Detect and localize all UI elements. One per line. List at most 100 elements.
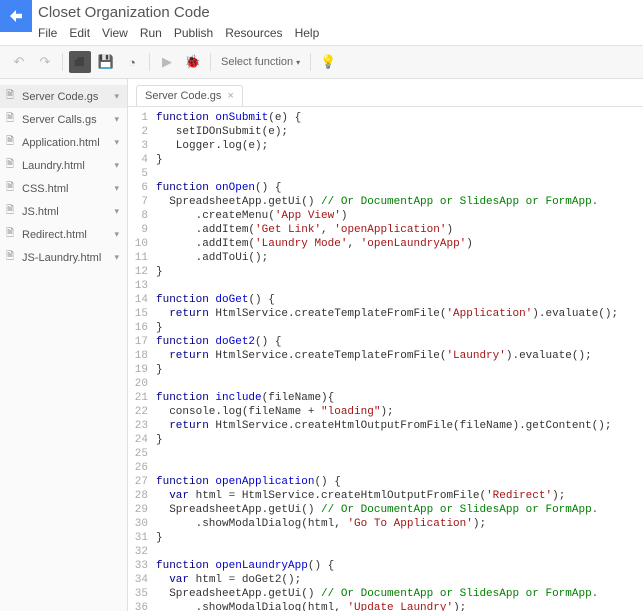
app-logo[interactable] bbox=[0, 0, 32, 32]
code-line[interactable] bbox=[156, 461, 643, 475]
code-line[interactable]: function openLaundryApp() { bbox=[156, 559, 643, 573]
line-number: 29 bbox=[128, 503, 156, 517]
file-menu-icon[interactable]: ▾ bbox=[112, 183, 121, 194]
file-menu-icon[interactable]: ▾ bbox=[112, 137, 121, 148]
file-item[interactable]: 🗎Application.html▾ bbox=[0, 131, 127, 154]
undo-button[interactable]: ↶ bbox=[8, 51, 30, 73]
file-menu-icon[interactable]: ▾ bbox=[112, 206, 121, 217]
editor-tab[interactable]: Server Code.gs × bbox=[136, 85, 243, 106]
line-number: 12 bbox=[128, 265, 156, 279]
code-line[interactable]: Logger.log(e); bbox=[156, 139, 643, 153]
line-number: 4 bbox=[128, 153, 156, 167]
code-line[interactable]: } bbox=[156, 531, 643, 545]
code-line[interactable] bbox=[156, 167, 643, 181]
close-icon[interactable]: × bbox=[227, 90, 233, 102]
file-item[interactable]: 🗎CSS.html▾ bbox=[0, 177, 127, 200]
line-number: 15 bbox=[128, 307, 156, 321]
file-item[interactable]: 🗎Server Calls.gs▾ bbox=[0, 108, 127, 131]
code-line[interactable]: function doGet() { bbox=[156, 293, 643, 307]
code-line[interactable]: .showModalDialog(html, 'Go To Applicatio… bbox=[156, 517, 643, 531]
file-icon: 🗎 bbox=[6, 134, 18, 151]
code-line[interactable]: .createMenu('App View') bbox=[156, 209, 643, 223]
file-menu-icon[interactable]: ▾ bbox=[112, 114, 121, 125]
menu-view[interactable]: View bbox=[102, 26, 128, 40]
line-number: 24 bbox=[128, 433, 156, 447]
code-line[interactable]: return HtmlService.createHtmlOutputFromF… bbox=[156, 419, 643, 433]
code-line[interactable]: return HtmlService.createTemplateFromFil… bbox=[156, 307, 643, 321]
line-number: 28 bbox=[128, 489, 156, 503]
file-menu-icon[interactable]: ▾ bbox=[112, 229, 121, 240]
run-button[interactable]: ▶ bbox=[156, 51, 178, 73]
line-number: 10 bbox=[128, 237, 156, 251]
code-line[interactable]: function openApplication() { bbox=[156, 475, 643, 489]
menu-help[interactable]: Help bbox=[295, 26, 320, 40]
line-number: 33 bbox=[128, 559, 156, 573]
line-number: 20 bbox=[128, 377, 156, 391]
code-line[interactable]: return HtmlService.createTemplateFromFil… bbox=[156, 349, 643, 363]
file-item[interactable]: 🗎Laundry.html▾ bbox=[0, 154, 127, 177]
redo-button[interactable]: ↷ bbox=[34, 51, 56, 73]
lightbulb-button[interactable]: 💡 bbox=[317, 51, 339, 73]
line-number: 9 bbox=[128, 223, 156, 237]
code-line[interactable]: .addItem('Get Link', 'openApplication') bbox=[156, 223, 643, 237]
code-line[interactable]: console.log(fileName + "loading"); bbox=[156, 405, 643, 419]
code-line[interactable]: .addToUi(); bbox=[156, 251, 643, 265]
file-item[interactable]: 🗎Server Code.gs▾ bbox=[0, 85, 127, 108]
menu-publish[interactable]: Publish bbox=[174, 26, 213, 40]
file-item[interactable]: 🗎JS-Laundry.html▾ bbox=[0, 246, 127, 269]
code-line[interactable]: } bbox=[156, 433, 643, 447]
code-editor[interactable]: 1function onSubmit(e) {2 setIDOnSubmit(e… bbox=[128, 107, 643, 611]
code-line[interactable]: } bbox=[156, 363, 643, 377]
code-line[interactable] bbox=[156, 279, 643, 293]
line-number: 14 bbox=[128, 293, 156, 307]
line-number: 6 bbox=[128, 181, 156, 195]
indent-button[interactable]: ⬛ bbox=[69, 51, 91, 73]
code-line[interactable]: .addItem('Laundry Mode', 'openLaundryApp… bbox=[156, 237, 643, 251]
code-line[interactable] bbox=[156, 377, 643, 391]
save-button[interactable]: 💾 bbox=[95, 51, 117, 73]
file-icon: 🗎 bbox=[6, 157, 18, 174]
code-line[interactable] bbox=[156, 545, 643, 559]
code-line[interactable]: } bbox=[156, 153, 643, 167]
code-line[interactable]: SpreadsheetApp.getUi() // Or DocumentApp… bbox=[156, 503, 643, 517]
code-line[interactable]: SpreadsheetApp.getUi() // Or DocumentApp… bbox=[156, 587, 643, 601]
code-line[interactable] bbox=[156, 447, 643, 461]
line-number: 35 bbox=[128, 587, 156, 601]
code-line[interactable]: SpreadsheetApp.getUi() // Or DocumentApp… bbox=[156, 195, 643, 209]
file-icon: 🗎 bbox=[6, 203, 18, 220]
code-line[interactable]: } bbox=[156, 265, 643, 279]
code-line[interactable]: setIDOnSubmit(e); bbox=[156, 125, 643, 139]
menu-bar: File Edit View Run Publish Resources Help bbox=[38, 23, 643, 45]
line-number: 30 bbox=[128, 517, 156, 531]
function-select[interactable]: Select function ▾ bbox=[217, 54, 304, 70]
code-line[interactable]: } bbox=[156, 321, 643, 335]
file-icon: 🗎 bbox=[6, 111, 18, 128]
file-menu-icon[interactable]: ▾ bbox=[112, 91, 121, 102]
menu-resources[interactable]: Resources bbox=[225, 26, 282, 40]
line-number: 17 bbox=[128, 335, 156, 349]
file-sidebar: 🗎Server Code.gs▾🗎Server Calls.gs▾🗎Applic… bbox=[0, 79, 128, 611]
line-number: 19 bbox=[128, 363, 156, 377]
clock-button[interactable]: ◔ bbox=[121, 51, 143, 73]
line-number: 32 bbox=[128, 545, 156, 559]
code-line[interactable]: function doGet2() { bbox=[156, 335, 643, 349]
code-line[interactable]: var html = doGet2(); bbox=[156, 573, 643, 587]
code-line[interactable]: function onOpen() { bbox=[156, 181, 643, 195]
code-line[interactable]: function include(fileName){ bbox=[156, 391, 643, 405]
line-number: 36 bbox=[128, 601, 156, 611]
code-line[interactable]: .showModalDialog(html, 'Update Laundry')… bbox=[156, 601, 643, 611]
line-number: 34 bbox=[128, 573, 156, 587]
menu-file[interactable]: File bbox=[38, 26, 57, 40]
file-item[interactable]: 🗎Redirect.html▾ bbox=[0, 223, 127, 246]
line-number: 31 bbox=[128, 531, 156, 545]
project-title[interactable]: Closet Organization Code bbox=[38, 2, 643, 23]
menu-edit[interactable]: Edit bbox=[69, 26, 90, 40]
file-item[interactable]: 🗎JS.html▾ bbox=[0, 200, 127, 223]
toolbar: ↶ ↷ ⬛ 💾 ◔ ▶ 🐞 Select function ▾ 💡 bbox=[0, 46, 643, 79]
menu-run[interactable]: Run bbox=[140, 26, 162, 40]
code-line[interactable]: var html = HtmlService.createHtmlOutputF… bbox=[156, 489, 643, 503]
debug-button[interactable]: 🐞 bbox=[182, 51, 204, 73]
file-menu-icon[interactable]: ▾ bbox=[112, 252, 121, 263]
file-menu-icon[interactable]: ▾ bbox=[112, 160, 121, 171]
code-line[interactable]: function onSubmit(e) { bbox=[156, 111, 643, 125]
